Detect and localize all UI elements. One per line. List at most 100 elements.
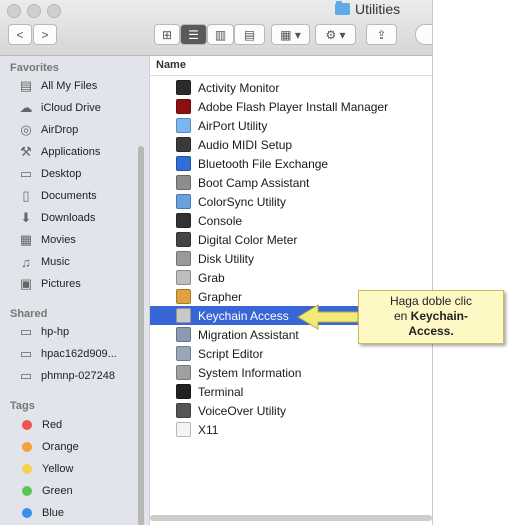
app-icon [176, 80, 191, 95]
shared-header: Shared [10, 308, 48, 320]
list-item[interactable]: Disk Utility [150, 249, 432, 268]
app-icon [176, 175, 191, 190]
sidebar-item-label: Music [41, 256, 70, 268]
app-name: System Information [198, 365, 302, 380]
arrange-button[interactable]: ▦ ▾ [271, 24, 310, 45]
list-item[interactable]: X11 [150, 420, 432, 439]
sidebar-item-label: Documents [41, 190, 97, 202]
sidebar-tag-green[interactable]: Green [18, 481, 73, 501]
app-name: X11 [198, 422, 219, 437]
sidebar-item-music[interactable]: ♫ Music [18, 252, 70, 272]
tag-label: Blue [42, 507, 65, 519]
app-name: Activity Monitor [198, 80, 280, 95]
list-item[interactable]: VoiceOver Utility [150, 401, 432, 420]
tag-label: Orange [42, 441, 79, 453]
list-item[interactable]: Boot Camp Assistant [150, 173, 432, 192]
sidebar-item-label: Applications [41, 146, 101, 158]
app-name: Terminal [198, 384, 244, 399]
app-name: Keychain Access [198, 308, 289, 323]
sidebar-item-icloud-drive[interactable]: ☁ iCloud Drive [18, 98, 101, 118]
list-item[interactable]: Grab [150, 268, 432, 287]
sidebar-item-shared-2[interactable]: ▭ phmnp-027248 [18, 366, 115, 386]
zoom-window-button[interactable] [47, 4, 61, 18]
callout-line2-bold: Keychain- [410, 309, 469, 323]
instruction-callout: Haga doble clic en Keychain- Access. [358, 290, 504, 344]
folder-icon [335, 1, 350, 15]
app-icon [176, 308, 191, 323]
list-item[interactable]: Activity Monitor [150, 78, 432, 97]
callout-line2: en Keychain- [359, 309, 503, 324]
minimize-window-button[interactable] [27, 4, 41, 18]
list-item[interactable]: ColorSync Utility [150, 192, 432, 211]
sidebar-tag-red[interactable]: Red [18, 415, 62, 435]
sidebar-tag-blue[interactable]: Blue [18, 503, 64, 523]
app-name: ColorSync Utility [198, 194, 287, 209]
action-button[interactable]: ⚙ ▾ [315, 24, 356, 45]
tag-label: Red [42, 419, 63, 431]
sidebar-item-label: iCloud Drive [41, 102, 101, 114]
documents-icon: ▯ [22, 188, 30, 203]
app-name: Audio MIDI Setup [198, 137, 293, 152]
sidebar-item-label: phmnp-027248 [41, 370, 116, 382]
sidebar-item-label: Downloads [41, 212, 96, 224]
list-item[interactable]: Console [150, 211, 432, 230]
sidebar-item-desktop[interactable]: ▭ Desktop [18, 164, 82, 184]
callout-line2-prefix: en [393, 309, 411, 323]
app-name: Bluetooth File Exchange [198, 156, 329, 171]
sidebar-tag-yellow[interactable]: Yellow [18, 459, 73, 479]
app-name: Console [198, 213, 243, 228]
app-icon [176, 365, 191, 380]
sidebar-item-movies[interactable]: ▦ Movies [18, 230, 76, 250]
pictures-icon: ▣ [19, 276, 33, 291]
column-view-button[interactable]: ▥ [207, 24, 234, 45]
name-column-header[interactable]: Name [150, 56, 432, 76]
sidebar-item-downloads[interactable]: ⬇ Downloads [18, 208, 96, 228]
callout-line1: Haga doble clic [389, 294, 473, 308]
horizontal-scrollbar[interactable] [150, 515, 432, 521]
toolbar: Utilities < > ⊞ ☰ ▥ ▤ ▦ ▾ ⚙ ▾ ⇪ [0, 0, 432, 56]
sidebar-tag-orange[interactable]: Orange [18, 437, 79, 457]
app-name: Disk Utility [198, 251, 254, 266]
sidebar-item-pictures[interactable]: ▣ Pictures [18, 274, 81, 294]
music-icon: ♫ [21, 254, 31, 270]
list-item[interactable]: Script Editor [150, 344, 432, 363]
sidebar-item-airdrop[interactable]: ◎ AirDrop [18, 120, 78, 140]
sidebar-item-shared-0[interactable]: ▭ hp-hp [18, 322, 69, 342]
app-icon [176, 194, 191, 209]
share-button[interactable]: ⇪ [366, 24, 397, 45]
list-item[interactable]: Bluetooth File Exchange [150, 154, 432, 173]
app-icon [176, 403, 191, 418]
app-name: AirPort Utility [198, 118, 268, 133]
icon-view-button[interactable]: ⊞ [154, 24, 180, 45]
sidebar-item-shared-1[interactable]: ▭ hpac162d909... [18, 344, 117, 364]
app-icon [176, 384, 191, 399]
forward-button[interactable]: > [33, 24, 57, 45]
sidebar-scrollbar[interactable] [138, 146, 144, 525]
coverflow-view-button[interactable]: ▤ [234, 24, 265, 45]
sidebar-item-documents[interactable]: ▯ Documents [18, 186, 97, 206]
list-item[interactable]: AirPort Utility [150, 116, 432, 135]
computer-icon: ▭ [19, 346, 33, 361]
list-item[interactable]: Digital Color Meter [150, 230, 432, 249]
app-icon [176, 213, 191, 228]
sidebar-item-label: Desktop [41, 168, 82, 180]
list-view-button[interactable]: ☰ [180, 24, 207, 45]
list-item[interactable]: Terminal [150, 382, 432, 401]
sidebar-item-all-my-files[interactable]: ▤ All My Files [18, 76, 97, 96]
tags-button[interactable] [415, 24, 432, 45]
close-window-button[interactable] [7, 4, 21, 18]
list-item[interactable]: Adobe Flash Player Install Manager [150, 97, 432, 116]
sidebar-item-label: Pictures [41, 278, 81, 290]
app-name: Script Editor [198, 346, 264, 361]
back-button[interactable]: < [8, 24, 32, 45]
tag-color-dot [22, 442, 32, 452]
list-item[interactable]: System Information [150, 363, 432, 382]
list-item[interactable]: Audio MIDI Setup [150, 135, 432, 154]
app-name: Digital Color Meter [198, 232, 298, 247]
app-name: Migration Assistant [198, 327, 299, 342]
tags-header: Tags [10, 400, 35, 412]
app-icon [176, 232, 191, 247]
app-name: VoiceOver Utility [198, 403, 287, 418]
applications-icon: ⚒ [20, 144, 32, 159]
sidebar-item-applications[interactable]: ⚒ Applications [18, 142, 100, 162]
